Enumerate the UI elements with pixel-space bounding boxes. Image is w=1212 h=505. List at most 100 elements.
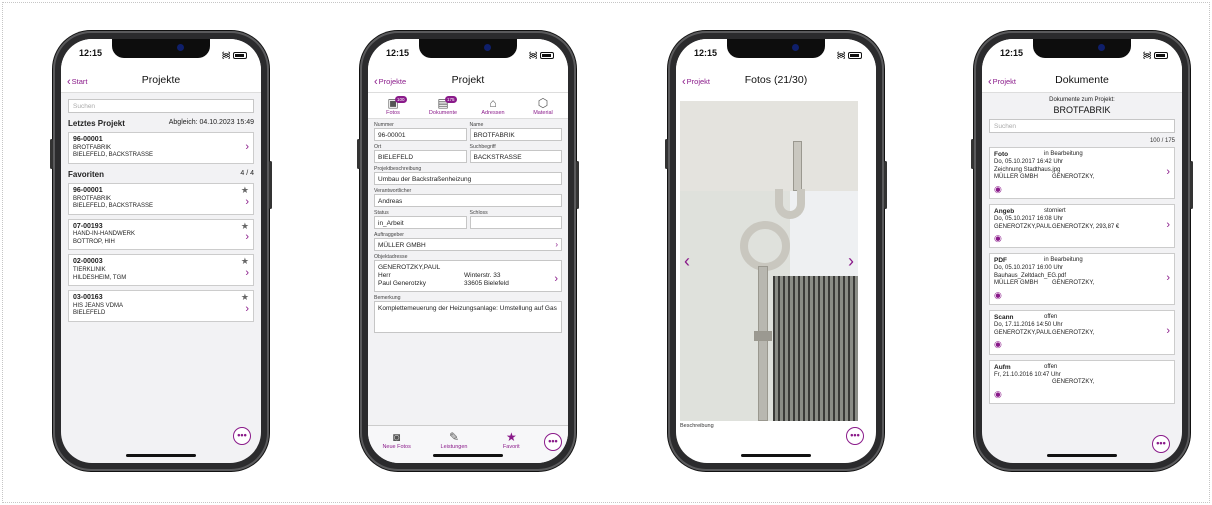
- nummer-field[interactable]: 96-00001: [374, 128, 467, 141]
- chevron-right-icon: ›: [1166, 325, 1170, 338]
- last-project-card[interactable]: 96-00001 BROTFABRIK BIELEFELD, BACKSTRASSE…: [68, 132, 254, 164]
- screen-fotos: 12:15 ᯼ ‹Projekt Fotos (21/30) ‹ › Besch…: [676, 39, 876, 463]
- home-indicator: [741, 454, 811, 457]
- documents-button[interactable]: ▤ 175 Dokumente: [423, 96, 463, 116]
- star-icon[interactable]: ★: [241, 292, 249, 303]
- chevron-right-icon: ›: [245, 231, 249, 244]
- photo-ceiling: [680, 101, 858, 191]
- auftraggeber-field[interactable]: MÜLLER GMBH ›: [374, 238, 562, 251]
- nav-bar: ‹Projekt Dokumente: [982, 69, 1182, 93]
- star-icon[interactable]: ★: [241, 256, 249, 267]
- more-button[interactable]: •••: [846, 427, 864, 445]
- address-icon: ⌂: [489, 96, 497, 110]
- star-icon[interactable]: ★: [241, 221, 249, 232]
- schloss-field[interactable]: [469, 216, 562, 229]
- chevron-right-icon: ›: [245, 195, 249, 208]
- status-field[interactable]: in_Arbeit: [374, 216, 467, 229]
- notch: [112, 39, 210, 58]
- eye-icon[interactable]: ◉: [994, 339, 1170, 350]
- search-input[interactable]: Suchen: [989, 119, 1175, 133]
- photo-grate: [773, 276, 858, 421]
- page-title: Projekte: [141, 74, 181, 86]
- chevron-right-icon: ›: [245, 140, 249, 153]
- document-item[interactable]: Aufm offen Fr, 21.10.2016 10:47 Uhr GENER…: [989, 359, 1175, 404]
- wifi-battery-icon: ᯼: [1142, 48, 1168, 61]
- chevron-right-icon: ›: [1166, 272, 1170, 285]
- pencil-icon: ✎: [448, 430, 460, 444]
- favorite-card[interactable]: 07-00193 HAND-IN-HANDWERK BOTTROP, HIH ★ ›: [68, 218, 254, 251]
- photo-pipe: [793, 141, 802, 191]
- last-project-header: Letztes Projekt Abgleich: 04.10.2023 15:4…: [68, 119, 254, 128]
- wifi-battery-icon: ᯼: [836, 48, 862, 61]
- chevron-right-icon: ›: [554, 273, 558, 285]
- chevron-right-icon: ›: [245, 267, 249, 280]
- wifi-battery-icon: ᯼: [528, 48, 554, 61]
- status-time: 12:15: [386, 48, 410, 58]
- new-photos-tab[interactable]: ◙ Neue Fotos: [368, 426, 425, 463]
- material-icon: ⬡: [537, 96, 549, 110]
- eye-icon[interactable]: ◉: [994, 290, 1170, 301]
- phone-dokumente: 12:15 ᯼ ‹Projekt Dokumente Dokumente zum…: [971, 31, 1193, 471]
- suchbegriff-field[interactable]: BACKSTRASSE: [469, 150, 562, 163]
- more-button[interactable]: •••: [1152, 435, 1170, 453]
- next-photo-icon[interactable]: ›: [848, 251, 854, 272]
- favorites-header: Favoriten 4 / 4: [68, 169, 254, 179]
- eye-icon[interactable]: ◉: [994, 184, 1170, 195]
- material-button[interactable]: ⬡ Material: [523, 96, 563, 116]
- photo-icon: ▣: [387, 96, 399, 110]
- documents-header: Dokumente zum Projekt: BROTFABRIK: [982, 93, 1182, 117]
- document-count: 100 / 175: [1149, 138, 1175, 144]
- home-indicator: [433, 454, 503, 457]
- document-icon: ▤: [437, 96, 449, 110]
- home-indicator: [126, 454, 196, 457]
- leistungen-tab[interactable]: ✎ Leistungen: [425, 426, 482, 463]
- photo-pipe-bend: [775, 189, 805, 219]
- home-indicator: [1047, 454, 1117, 457]
- wifi-battery-icon: ᯼: [221, 48, 247, 61]
- photo-pipe-vertical: [758, 266, 768, 421]
- document-item[interactable]: PDF in Bearbeitung Do, 05.10.2017 16:00 U…: [989, 253, 1175, 306]
- name-field[interactable]: BROTFABRIK: [469, 128, 562, 141]
- search-input[interactable]: Suchen: [68, 99, 254, 113]
- bemerkung-field[interactable]: Komplettemeuerung der Heizungsanlage: Um…: [374, 301, 562, 334]
- status-time: 12:15: [1000, 48, 1024, 58]
- photo-pipe-clamp: [754, 331, 772, 341]
- favorite-card[interactable]: 02-00003 TIERKLINIK HILDESHEIM, TGM ★ ›: [68, 254, 254, 286]
- document-item[interactable]: Angeb storniert Do, 05.10.2017 16:08 Uhr …: [989, 203, 1175, 249]
- favorite-card[interactable]: 96-00001 BROTFABRIK BIELEFELD, BACKSTRASSE…: [68, 182, 254, 215]
- nav-bar: ‹Start Projekte: [61, 69, 261, 93]
- section-icons: ▣ 100 Fotos ▤ 175 Dokumente ⌂ Adressen ⬡ Mater…: [368, 93, 568, 119]
- document-item[interactable]: Foto in Bearbeitung Do, 05.10.2017 16:42 …: [989, 147, 1175, 199]
- count-badge: 100: [395, 96, 407, 103]
- camera-icon: ◙: [393, 430, 401, 444]
- ort-field[interactable]: BIELEFELD: [374, 150, 467, 163]
- photo-pipe-loop: [740, 221, 790, 271]
- status-time: 12:15: [79, 48, 103, 58]
- nav-bar: ‹Projekte Projekt: [368, 69, 568, 93]
- verantwortlicher-field[interactable]: Andreas: [374, 194, 562, 207]
- star-icon: ★: [505, 430, 517, 444]
- favorite-tab[interactable]: ★ Favorit: [483, 426, 540, 463]
- notch: [419, 39, 517, 58]
- beschreibung-field[interactable]: Umbau der Backstraßenheizung: [374, 172, 562, 185]
- star-icon[interactable]: ★: [241, 185, 249, 196]
- eye-icon[interactable]: ◉: [994, 389, 1170, 400]
- document-item[interactable]: Scann offen Do, 17.11.2016 14:50 Uhr GENE…: [989, 310, 1175, 355]
- project-form: Nummer 96-00001 Name BROTFABRIK Ort BIELEFE…: [368, 119, 568, 334]
- previous-photo-icon[interactable]: ‹: [684, 251, 690, 272]
- addresses-button[interactable]: ⌂ Adressen: [473, 96, 513, 116]
- objektadresse-field[interactable]: GENEROTZKY,PAUL Herr Winterstr. 33 Paul G…: [374, 260, 562, 293]
- eye-icon[interactable]: ◉: [994, 233, 1170, 244]
- more-button[interactable]: •••: [543, 433, 562, 451]
- page-title: Fotos (21/30): [744, 74, 808, 86]
- screen-dokumente: 12:15 ᯼ ‹Projekt Dokumente Dokumente zum…: [982, 39, 1182, 463]
- favorite-card[interactable]: 03-00163 HIS JEANS VDMA BIELEFELD ★ ›: [68, 290, 254, 322]
- photos-button[interactable]: ▣ 100 Fotos: [373, 96, 413, 116]
- screen-projekt: 12:15 ᯼ ‹Projekte Projekt ▣ 100 Fotos ▤ 175…: [368, 39, 568, 463]
- tab-bar: ◙ Neue Fotos ✎ Leistungen ★ Favorit •••: [368, 425, 568, 463]
- description-label: Beschreibung: [680, 423, 714, 429]
- page-title: Projekt: [451, 74, 485, 86]
- more-button[interactable]: •••: [233, 427, 251, 445]
- page-title: Dokumente: [1055, 74, 1109, 86]
- photo-viewer[interactable]: ‹ ›: [680, 101, 858, 421]
